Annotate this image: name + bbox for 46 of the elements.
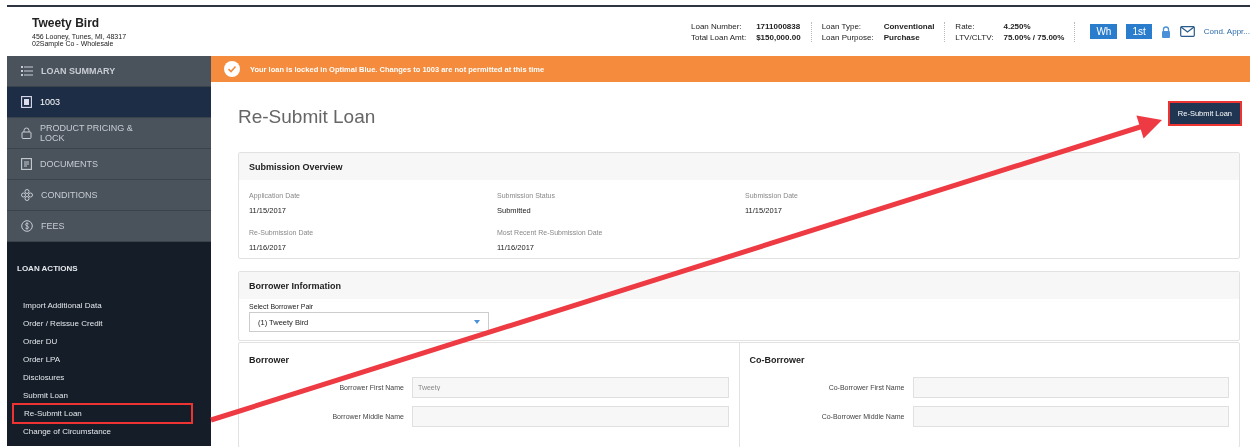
card-title: Co-Borrower <box>749 355 806 365</box>
sidebar-item[interactable]: FEES <box>7 211 211 242</box>
info-value: 4.250% <box>1003 21 1032 31</box>
info-label: Loan Number: <box>691 21 743 31</box>
loan-action-link[interactable]: Submit Loan <box>13 387 190 404</box>
sidebar-item[interactable]: 1003 <box>7 87 211 118</box>
sidebar-item[interactable]: PRODUCT PRICING & LOCK <box>7 118 211 149</box>
info-value: Purchase <box>883 32 921 42</box>
info-value: $150,000.00 <box>756 32 801 42</box>
dollar-icon <box>21 220 33 232</box>
check-circle-icon <box>224 61 240 77</box>
section-heading: LOAN ACTIONS <box>16 264 79 273</box>
page-title: Re-Submit Loan <box>238 106 376 128</box>
borrower-name: Tweety Bird <box>32 16 101 30</box>
document-icon <box>21 158 32 170</box>
info-label: Loan Purpose: <box>821 32 874 42</box>
loan-badge-button[interactable]: 1st <box>1126 24 1152 39</box>
loan-badge-button[interactable]: Wh <box>1090 24 1118 39</box>
info-label: Loan Type: <box>821 21 863 31</box>
loan-action-link[interactable]: Import Additional Data <box>13 297 190 314</box>
info-value: 1711000838 <box>756 21 801 31</box>
sidebar-item[interactable]: LOAN SUMMARY <box>7 56 211 87</box>
list-icon <box>21 66 33 76</box>
loan-action-link[interactable]: Order / Reissue Credit <box>13 315 190 332</box>
card-title: Borrower <box>249 355 290 365</box>
sidebar-item[interactable]: CONDITIONS <box>7 180 211 211</box>
loan-action-link[interactable]: Re-Submit Loan <box>14 405 191 422</box>
conditions-link[interactable]: Cond. Appr... <box>1203 27 1250 36</box>
lock-icon <box>21 127 32 139</box>
flower-icon <box>21 189 33 201</box>
card-title: Submission Overview <box>249 161 343 172</box>
loan-action-link[interactable]: Disclosures <box>13 369 190 386</box>
info-label: Total Loan Amt: <box>691 32 747 42</box>
info-label: LTV/CLTV: <box>955 32 994 42</box>
info-value: Conventional <box>883 21 935 31</box>
mail-icon[interactable] <box>1179 26 1195 37</box>
loan-action-link[interactable]: Change of Circumstance <box>13 423 190 440</box>
loan-action-link[interactable]: Order DU <box>13 333 190 350</box>
caret-icon <box>474 320 480 324</box>
lock-icon[interactable] <box>1160 25 1171 38</box>
sidebar-item[interactable]: DOCUMENTS <box>7 149 211 180</box>
card-title: Borrower Information <box>249 280 341 291</box>
info-label: Rate: <box>955 21 976 31</box>
form-icon <box>21 96 32 108</box>
loan-action-link[interactable]: Order LPA <box>13 351 190 368</box>
info-value: 75.00% / 75.00% <box>1003 32 1065 42</box>
